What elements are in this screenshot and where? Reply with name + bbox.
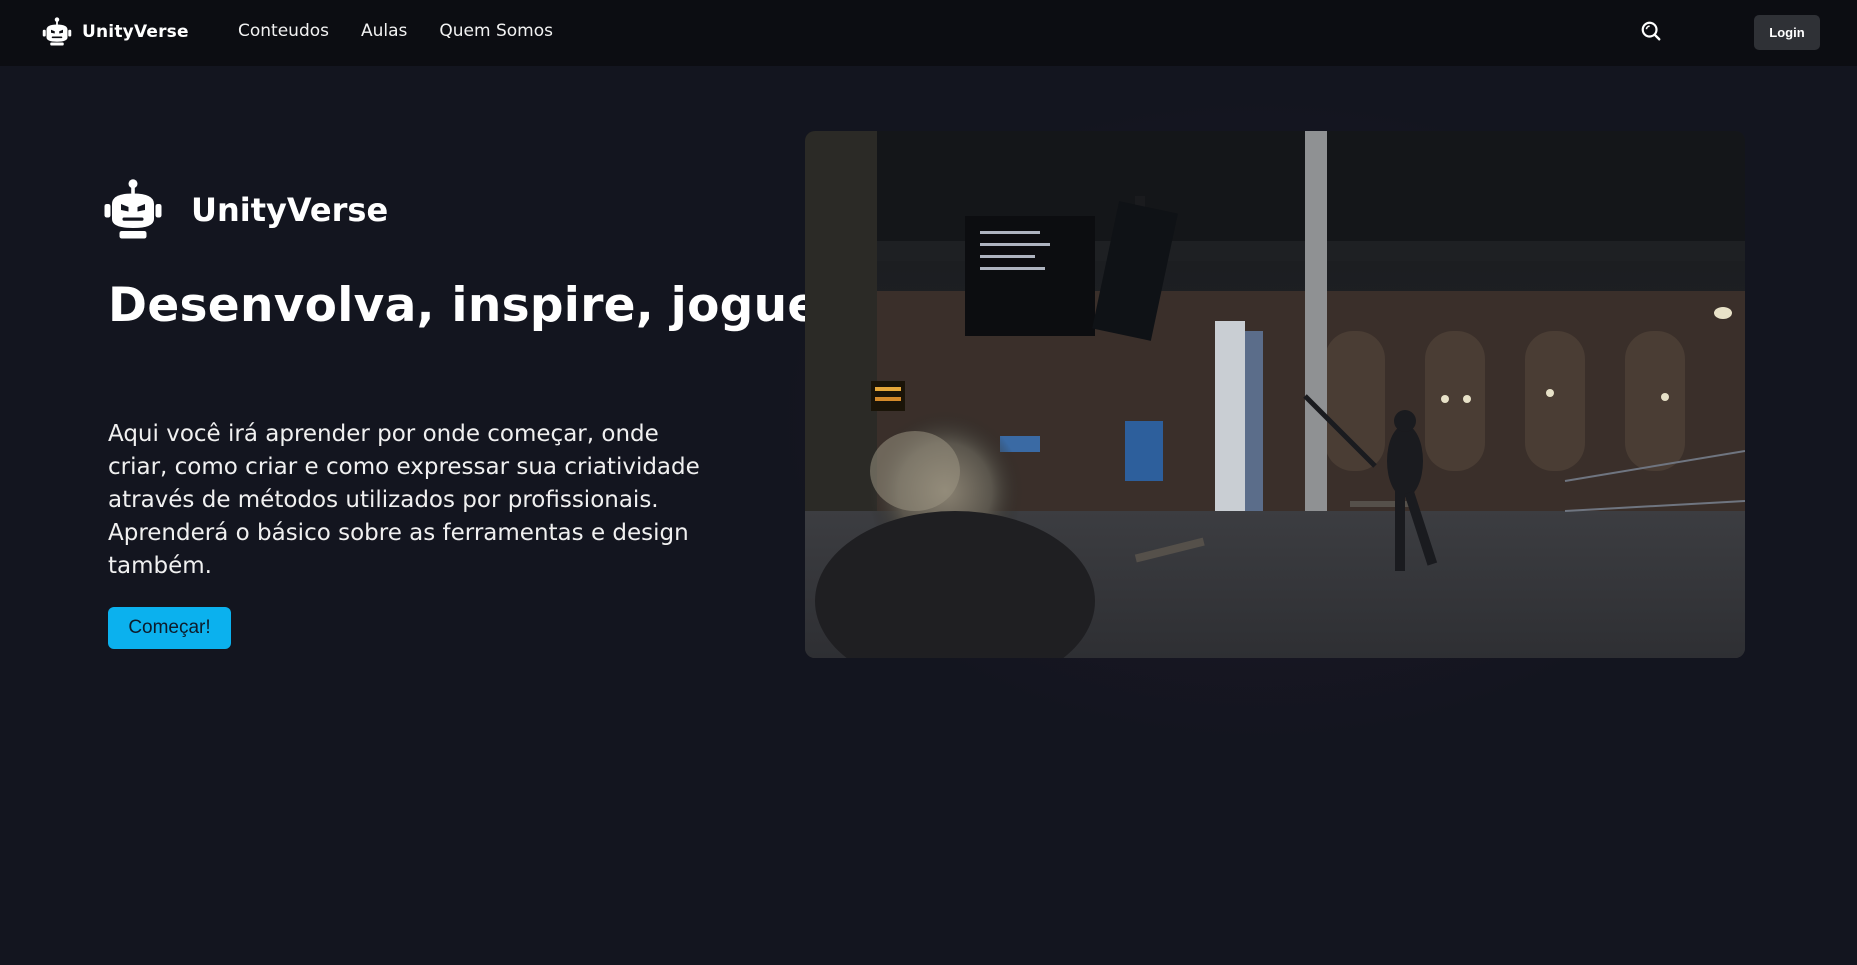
nav-brand-link[interactable]: UnityVerse <box>42 12 189 52</box>
search-icon <box>1641 21 1661 41</box>
hero-video[interactable] <box>805 131 1745 658</box>
search-button[interactable] <box>1640 20 1662 42</box>
hero-title: Desenvolva, inspire, jogue. <box>108 278 838 333</box>
video-frame-scene <box>805 131 1745 658</box>
nav-links: Conteudos Aulas Quem Somos <box>238 21 553 41</box>
hero-brand: UnityVerse <box>103 178 388 242</box>
robot-logo-icon <box>42 17 72 46</box>
hero-description: Aqui você irá aprender por onde começar,… <box>108 421 700 579</box>
nav-link-quem-somos[interactable]: Quem Somos <box>439 21 553 41</box>
nav-link-aulas[interactable]: Aulas <box>361 21 407 41</box>
start-button[interactable]: Começar! <box>108 607 231 649</box>
hero-brand-name: UnityVerse <box>191 191 389 229</box>
robot-logo-icon <box>104 179 162 239</box>
nav-brand-name: UnityVerse <box>82 22 189 42</box>
nav-link-conteudos[interactable]: Conteudos <box>238 21 329 41</box>
login-button[interactable]: Login <box>1754 15 1820 50</box>
top-navbar: UnityVerse Conteudos Aulas Quem Somos Lo… <box>0 0 1857 66</box>
